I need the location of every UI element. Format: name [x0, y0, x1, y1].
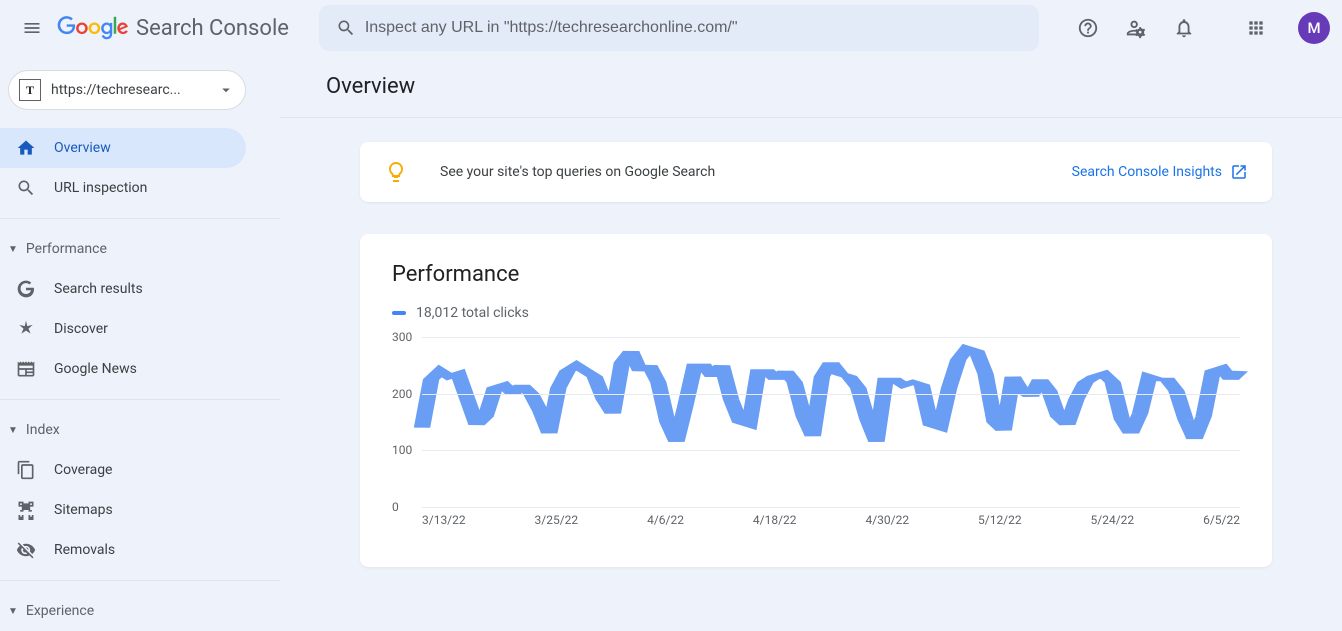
- x-tick-label: 4/18/22: [753, 513, 797, 527]
- sidebar-item-overview[interactable]: Overview: [0, 128, 246, 168]
- sidebar-item-label: URL inspection: [54, 180, 147, 196]
- performance-chart: 0100200300 3/13/223/25/224/6/224/18/224/…: [392, 337, 1240, 527]
- sidebar-item-google-news[interactable]: Google News: [0, 349, 246, 389]
- apps-grid-icon: [1246, 18, 1266, 38]
- user-settings-icon: [1125, 17, 1147, 39]
- x-tick-label: 5/12/22: [978, 513, 1022, 527]
- search-icon: [327, 18, 365, 38]
- x-tick-label: 5/24/22: [1091, 513, 1135, 527]
- y-tick-label: 0: [392, 500, 399, 514]
- help-button[interactable]: [1068, 8, 1108, 48]
- sitemap-icon: [16, 500, 36, 520]
- y-tick-label: 200: [392, 387, 412, 401]
- sidebar: T https://techresearc... Overview URL in…: [0, 56, 280, 630]
- google-logo-icon: [56, 16, 130, 40]
- search-input[interactable]: [365, 19, 1031, 37]
- users-button[interactable]: [1116, 8, 1156, 48]
- sidebar-item-search-results[interactable]: Search results: [0, 269, 246, 309]
- x-tick-label: 3/13/22: [422, 513, 466, 527]
- sidebar-section-index[interactable]: ▼ Index: [0, 410, 280, 450]
- sidebar-item-label: Removals: [54, 542, 115, 558]
- page-title: Overview: [280, 56, 1342, 117]
- open-in-new-icon: [1230, 163, 1248, 181]
- home-icon: [16, 138, 36, 158]
- y-tick-label: 300: [392, 330, 412, 344]
- x-tick-label: 4/6/22: [647, 513, 684, 527]
- sidebar-item-url-inspection[interactable]: URL inspection: [0, 168, 246, 208]
- y-tick-label: 100: [392, 443, 412, 457]
- insights-link[interactable]: Search Console Insights: [1072, 163, 1248, 181]
- url-inspect-searchbox[interactable]: [319, 5, 1039, 51]
- x-tick-label: 4/30/22: [865, 513, 909, 527]
- property-label: https://techresearc...: [51, 82, 207, 98]
- sidebar-item-label: Discover: [54, 321, 108, 337]
- sidebar-item-discover[interactable]: Discover: [0, 309, 246, 349]
- news-icon: [16, 359, 36, 379]
- account-avatar[interactable]: M: [1298, 12, 1330, 44]
- visibility-off-icon: [16, 540, 36, 560]
- sidebar-section-experience[interactable]: ▼ Experience: [0, 591, 280, 631]
- product-name: Search Console: [136, 16, 289, 41]
- x-tick-label: 6/5/22: [1203, 513, 1240, 527]
- performance-card: Performance 18,012 total clicks 0 100 200 3…: [360, 234, 1272, 567]
- property-selector[interactable]: T https://techresearc...: [8, 70, 246, 110]
- sidebar-item-sitemaps[interactable]: Sitemaps: [0, 490, 246, 530]
- property-icon: T: [19, 79, 41, 101]
- legend-swatch: [392, 311, 406, 315]
- chevron-down-icon: ▼: [8, 606, 18, 617]
- help-icon: [1077, 17, 1099, 39]
- hamburger-icon: [22, 18, 42, 38]
- google-g-icon: [16, 279, 36, 299]
- apps-button[interactable]: [1236, 8, 1276, 48]
- product-logo[interactable]: Search Console: [56, 16, 289, 41]
- sidebar-item-label: Overview: [54, 140, 111, 156]
- lightbulb-icon: [384, 160, 408, 184]
- notifications-button[interactable]: [1164, 8, 1204, 48]
- insights-card: See your site's top queries on Google Se…: [360, 142, 1272, 202]
- chart-legend: 18,012 total clicks: [392, 305, 1240, 321]
- performance-title: Performance: [392, 262, 1240, 287]
- chevron-down-icon: ▼: [8, 425, 18, 436]
- chevron-down-icon: [217, 81, 235, 99]
- insights-text: See your site's top queries on Google Se…: [440, 164, 1048, 180]
- search-icon: [16, 178, 36, 198]
- sidebar-item-label: Google News: [54, 361, 137, 377]
- sidebar-item-label: Sitemaps: [54, 502, 113, 518]
- asterisk-icon: [16, 319, 36, 339]
- x-tick-label: 3/25/22: [535, 513, 579, 527]
- sidebar-section-performance[interactable]: ▼ Performance: [0, 229, 280, 269]
- sidebar-item-label: Search results: [54, 281, 143, 297]
- sidebar-item-label: Coverage: [54, 462, 112, 478]
- bell-icon: [1173, 17, 1195, 39]
- pages-icon: [16, 460, 36, 480]
- menu-button[interactable]: [12, 8, 52, 48]
- sidebar-item-removals[interactable]: Removals: [0, 530, 246, 570]
- chevron-down-icon: ▼: [8, 244, 18, 255]
- main-content: Overview See your site's top queries on …: [280, 56, 1342, 630]
- legend-label: 18,012 total clicks: [416, 305, 529, 321]
- sidebar-item-coverage[interactable]: Coverage: [0, 450, 246, 490]
